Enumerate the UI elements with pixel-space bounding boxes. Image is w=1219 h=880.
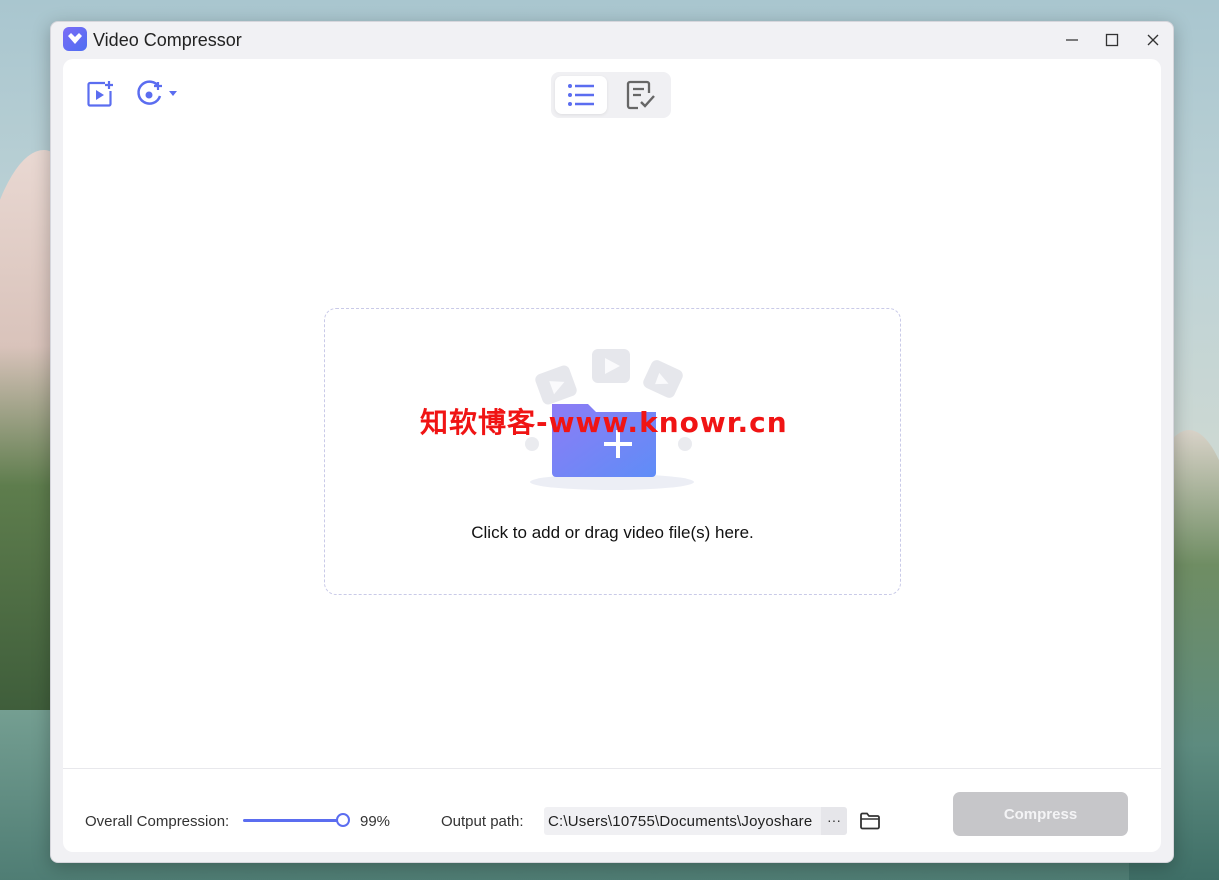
minimize-button[interactable] xyxy=(1057,26,1087,54)
maximize-icon xyxy=(1105,33,1119,47)
title-bar: Video Compressor xyxy=(51,22,1173,58)
list-view-icon xyxy=(568,84,594,106)
open-folder-button[interactable] xyxy=(859,810,881,832)
footer-bar: Overall Compression: 99% Output path: C:… xyxy=(63,768,1161,853)
browse-more-button[interactable]: ··· xyxy=(821,807,847,835)
close-button[interactable] xyxy=(1138,26,1168,54)
settings-dropdown-button[interactable] xyxy=(135,79,181,109)
output-path-field[interactable]: C:\Users\10755\Documents\Joyoshare ··· xyxy=(544,807,847,835)
drop-zone[interactable]: Click to add or drag video file(s) here. xyxy=(324,308,901,595)
close-icon xyxy=(1147,34,1159,46)
compression-slider-track[interactable] xyxy=(243,819,343,822)
view-toggle xyxy=(551,72,671,118)
maximize-button[interactable] xyxy=(1097,26,1127,54)
window-title: Video Compressor xyxy=(93,30,242,50)
app-logo-icon xyxy=(63,27,87,51)
drop-zone-label: Click to add or drag video file(s) here. xyxy=(471,523,754,542)
minimize-icon xyxy=(1066,39,1078,41)
compression-value: 99% xyxy=(360,813,391,830)
main-content: Click to add or drag video file(s) here.… xyxy=(63,59,1161,852)
list-view-button[interactable] xyxy=(555,76,607,114)
compression-slider-thumb[interactable] xyxy=(336,813,350,827)
watermark-text: 知软博客-www.knowr.cn xyxy=(420,406,788,439)
compress-button[interactable]: Compress xyxy=(953,792,1128,836)
settings-icon xyxy=(137,80,177,105)
app-window: Video Compressor Click to add or drag vi… xyxy=(50,21,1174,863)
add-video-button[interactable] xyxy=(85,79,115,109)
task-view-icon xyxy=(626,80,655,110)
add-video-icon xyxy=(87,81,113,107)
compression-label: Overall Compression: xyxy=(85,813,230,830)
task-view-button[interactable] xyxy=(615,76,667,114)
folder-icon xyxy=(860,812,880,830)
output-path-value: C:\Users\10755\Documents\Joyoshare xyxy=(548,813,813,830)
output-path-label: Output path: xyxy=(441,813,524,830)
